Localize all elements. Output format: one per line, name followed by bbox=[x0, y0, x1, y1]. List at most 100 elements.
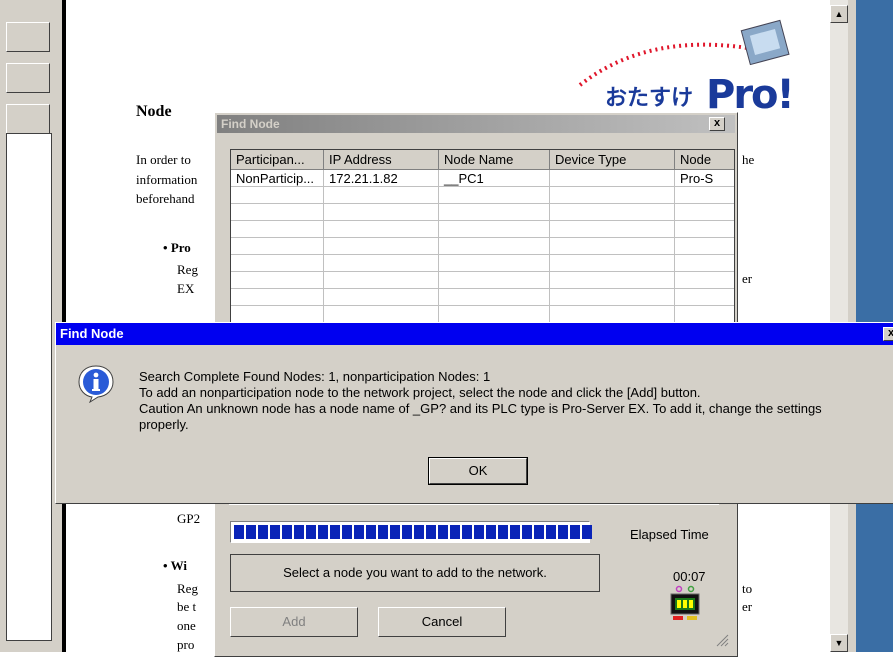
empty-grid-cell[interactable] bbox=[231, 272, 324, 289]
left-panel-list[interactable] bbox=[6, 133, 52, 641]
empty-grid-cell[interactable] bbox=[550, 238, 675, 255]
progress-block bbox=[294, 525, 304, 539]
resize-grip-icon[interactable] bbox=[715, 633, 729, 647]
empty-grid-cell[interactable] bbox=[439, 187, 550, 204]
progress-block bbox=[426, 525, 436, 539]
empty-grid-cell[interactable] bbox=[550, 255, 675, 272]
empty-grid-cell[interactable] bbox=[231, 255, 324, 272]
empty-grid-cell[interactable] bbox=[550, 272, 675, 289]
empty-grid-cell[interactable] bbox=[324, 255, 439, 272]
progress-block bbox=[510, 525, 520, 539]
empty-grid-cell[interactable] bbox=[550, 306, 675, 323]
empty-grid-cell[interactable] bbox=[439, 255, 550, 272]
bullet-2-line-1: Reg bbox=[177, 581, 198, 596]
empty-grid-cell[interactable] bbox=[231, 204, 324, 221]
empty-grid-cell[interactable] bbox=[231, 187, 324, 204]
cancel-button[interactable]: Cancel bbox=[378, 607, 506, 637]
empty-grid-cell[interactable] bbox=[439, 238, 550, 255]
table-row-cell[interactable]: __PC1 bbox=[439, 170, 550, 187]
progress-block bbox=[258, 525, 268, 539]
empty-grid-cell[interactable] bbox=[324, 204, 439, 221]
message-close-icon[interactable]: x bbox=[883, 327, 893, 341]
empty-grid-cell[interactable] bbox=[675, 272, 734, 289]
empty-grid-cell[interactable] bbox=[324, 187, 439, 204]
status-message: Select a node you want to add to the net… bbox=[283, 565, 547, 580]
info-icon bbox=[76, 363, 116, 404]
scroll-up-arrow-icon[interactable]: ▲ bbox=[830, 5, 848, 23]
empty-grid-cell[interactable] bbox=[439, 289, 550, 306]
find-node-titlebar[interactable]: Find Node bbox=[217, 115, 735, 133]
elapsed-time-value: 00:07 bbox=[673, 569, 706, 584]
empty-grid-cell[interactable] bbox=[675, 289, 734, 306]
after-line-1: GP2 bbox=[177, 511, 201, 526]
empty-grid-cell[interactable] bbox=[675, 306, 734, 323]
progress-block bbox=[378, 525, 388, 539]
empty-grid-cell[interactable] bbox=[675, 238, 734, 255]
left-panel-button-1[interactable] bbox=[6, 22, 50, 52]
empty-grid-cell[interactable] bbox=[550, 289, 675, 306]
table-row-cell[interactable] bbox=[550, 170, 675, 187]
empty-grid-cell[interactable] bbox=[324, 306, 439, 323]
empty-grid-cell[interactable] bbox=[675, 204, 734, 221]
progress-block bbox=[270, 525, 280, 539]
empty-grid-cell[interactable] bbox=[324, 238, 439, 255]
intro-right-text: he bbox=[742, 152, 755, 167]
empty-grid-cell[interactable] bbox=[550, 221, 675, 238]
progress-block bbox=[366, 525, 376, 539]
empty-grid-cell[interactable] bbox=[439, 221, 550, 238]
bullet-1-right-text: er bbox=[742, 271, 753, 286]
column-header-ip-address[interactable]: IP Address bbox=[324, 150, 439, 170]
bullet-2-line-2: be t bbox=[177, 599, 197, 614]
progress-block bbox=[450, 525, 460, 539]
progress-block bbox=[486, 525, 496, 539]
intro-line-2: information bbox=[136, 172, 198, 187]
message-dialog: Find Node x Search Complete Found Nodes:… bbox=[55, 322, 893, 504]
empty-grid-cell[interactable] bbox=[675, 221, 734, 238]
message-titlebar[interactable]: Find Node bbox=[56, 323, 893, 345]
bullet-2-title: • Wi bbox=[163, 558, 187, 573]
empty-grid-cell[interactable] bbox=[550, 204, 675, 221]
column-header-device-type[interactable]: Device Type bbox=[550, 150, 675, 170]
scroll-down-arrow-icon[interactable]: ▼ bbox=[830, 634, 848, 652]
find-node-title: Find Node bbox=[221, 117, 280, 131]
bullet-1-line-2: EX bbox=[177, 281, 195, 296]
table-row-cell[interactable]: 172.21.1.82 bbox=[324, 170, 439, 187]
column-header-node-name[interactable]: Node Name bbox=[439, 150, 550, 170]
elapsed-time-label: Elapsed Time bbox=[630, 527, 709, 542]
progress-block bbox=[402, 525, 412, 539]
progress-block bbox=[330, 525, 340, 539]
message-line-4: properly. bbox=[139, 417, 189, 432]
empty-grid-cell[interactable] bbox=[231, 289, 324, 306]
bullet-2-right-2: er bbox=[742, 599, 753, 614]
empty-grid-cell[interactable] bbox=[324, 289, 439, 306]
progress-block bbox=[438, 525, 448, 539]
column-header-node[interactable]: Node bbox=[675, 150, 734, 170]
find-node-close-icon[interactable]: x bbox=[709, 117, 725, 131]
progress-block bbox=[534, 525, 544, 539]
bullet-2-right-1: to bbox=[742, 581, 753, 596]
empty-grid-cell[interactable] bbox=[675, 187, 734, 204]
empty-grid-cell[interactable] bbox=[231, 238, 324, 255]
empty-grid-cell[interactable] bbox=[550, 187, 675, 204]
empty-grid-cell[interactable] bbox=[439, 306, 550, 323]
empty-grid-cell[interactable] bbox=[324, 221, 439, 238]
empty-grid-cell[interactable] bbox=[324, 272, 439, 289]
progress-block bbox=[498, 525, 508, 539]
progress-block bbox=[546, 525, 556, 539]
table-row-cell[interactable]: NonParticip... bbox=[231, 170, 324, 187]
left-panel-button-2[interactable] bbox=[6, 63, 50, 93]
left-panel-button-3[interactable] bbox=[6, 104, 50, 134]
ok-button[interactable]: OK bbox=[428, 457, 528, 485]
bullet-2-line-3: one bbox=[177, 618, 196, 633]
table-row-cell[interactable]: Pro-S bbox=[675, 170, 734, 187]
progress-block bbox=[462, 525, 472, 539]
empty-grid-cell[interactable] bbox=[231, 221, 324, 238]
empty-grid-cell[interactable] bbox=[439, 204, 550, 221]
empty-grid-cell[interactable] bbox=[231, 306, 324, 323]
empty-grid-cell[interactable] bbox=[675, 255, 734, 272]
empty-grid-cell[interactable] bbox=[439, 272, 550, 289]
message-title: Find Node bbox=[60, 326, 124, 341]
add-button[interactable]: Add bbox=[230, 607, 358, 637]
progress-block bbox=[474, 525, 484, 539]
column-header-participant[interactable]: Participan... bbox=[231, 150, 324, 170]
